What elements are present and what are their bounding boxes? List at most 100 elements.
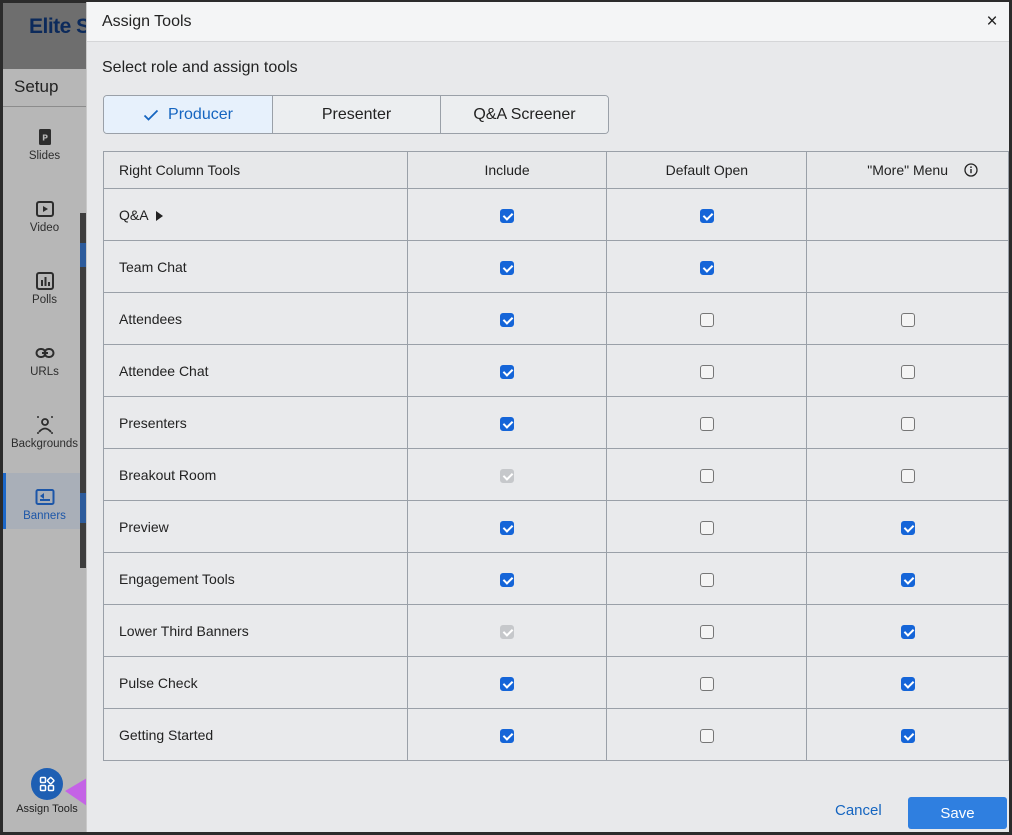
cancel-button[interactable]: Cancel — [835, 802, 882, 819]
table-header-row: Right Column Tools Include Default Open … — [103, 151, 1009, 189]
include-cell — [406, 656, 608, 709]
include-checkbox[interactable] — [500, 520, 515, 535]
table-row: Engagement Tools — [103, 552, 1009, 605]
table-row: Team Chat — [103, 240, 1009, 293]
tool-name-getting-started: Getting Started — [119, 726, 214, 743]
dialog-subtitle: Select role and assign tools — [102, 59, 298, 76]
sidebar-item-banners[interactable]: Banners — [3, 473, 86, 529]
more-menu-checkbox[interactable] — [900, 728, 915, 743]
more-menu-checkbox[interactable] — [900, 364, 915, 379]
include-checkbox[interactable] — [500, 728, 515, 743]
include-cell — [406, 240, 608, 293]
table-row: Preview — [103, 500, 1009, 553]
sidebar-item-slides[interactable]: P Slides — [3, 113, 86, 175]
assign-tools-dialog: Assign Tools × Select role and assign to… — [86, 2, 1009, 832]
include-checkbox[interactable] — [500, 676, 515, 691]
role-tab-qa-screener[interactable]: Q&A Screener — [440, 96, 608, 133]
include-cell — [406, 396, 608, 449]
more-menu-cell — [806, 344, 1009, 397]
tool-name-q-a: Q&A — [119, 206, 149, 223]
include-checkbox[interactable] — [500, 416, 515, 431]
default-open-cell — [606, 708, 808, 761]
include-checkbox[interactable] — [500, 572, 515, 587]
table-row: Breakout Room — [103, 448, 1009, 501]
sidebar-item-label: URLs — [30, 366, 59, 378]
sidebar-item-backgrounds[interactable]: Backgrounds — [3, 401, 86, 463]
default-open-checkbox[interactable] — [699, 468, 714, 483]
default-open-checkbox[interactable] — [699, 364, 714, 379]
more-menu-cell — [806, 240, 1009, 293]
more-menu-cell — [806, 500, 1009, 553]
sidebar-item-label: Banners — [23, 510, 66, 522]
tool-name-cell: Presenters — [103, 396, 408, 449]
table-row: Attendee Chat — [103, 344, 1009, 397]
sidebar-item-urls[interactable]: URLs — [3, 329, 86, 391]
include-checkbox — [500, 468, 515, 483]
tool-name-team-chat: Team Chat — [119, 258, 187, 275]
default-open-checkbox[interactable] — [699, 572, 714, 587]
more-menu-checkbox[interactable] — [900, 624, 915, 639]
default-open-checkbox[interactable] — [699, 624, 714, 639]
tool-name-attendees: Attendees — [119, 310, 183, 327]
include-checkbox — [500, 624, 515, 639]
dialog-header: Assign Tools × — [87, 2, 1009, 42]
tool-name-cell: Pulse Check — [103, 656, 408, 709]
slides-icon: P — [38, 129, 51, 145]
more-menu-cell — [806, 396, 1009, 449]
svg-text:P: P — [42, 134, 48, 143]
backgrounds-icon — [36, 416, 53, 434]
default-open-checkbox[interactable] — [699, 312, 714, 327]
column-header-default-open: Default Open — [606, 151, 808, 189]
tool-name-cell: Team Chat — [103, 240, 408, 293]
role-tab-producer[interactable]: Producer — [104, 96, 272, 133]
link-icon — [35, 348, 54, 358]
sidebar-item-label: Polls — [32, 294, 57, 306]
default-open-checkbox[interactable] — [699, 260, 714, 275]
default-open-cell — [606, 396, 808, 449]
divider — [3, 106, 86, 107]
assign-tools-button[interactable] — [31, 768, 63, 800]
default-open-checkbox[interactable] — [699, 520, 714, 535]
default-open-checkbox[interactable] — [699, 416, 714, 431]
info-icon[interactable] — [964, 163, 978, 177]
save-button[interactable]: Save — [908, 797, 1007, 829]
include-checkbox[interactable] — [500, 260, 515, 275]
expand-caret-icon[interactable] — [155, 210, 163, 221]
default-open-checkbox[interactable] — [699, 208, 714, 223]
tools-table: Right Column Tools Include Default Open … — [103, 151, 1009, 761]
dialog-title: Assign Tools — [102, 13, 192, 30]
default-open-cell — [606, 500, 808, 553]
include-checkbox[interactable] — [500, 364, 515, 379]
table-row: Q&A — [103, 188, 1009, 241]
role-tab-presenter[interactable]: Presenter — [272, 96, 440, 133]
close-button[interactable]: × — [980, 10, 1004, 34]
default-open-checkbox[interactable] — [699, 728, 714, 743]
include-cell — [406, 448, 608, 501]
role-tab-label: Presenter — [321, 105, 392, 123]
default-open-cell — [606, 292, 808, 345]
video-icon — [35, 201, 54, 217]
more-menu-checkbox[interactable] — [900, 572, 915, 587]
sidebar-item-label: Slides — [28, 150, 61, 162]
include-checkbox[interactable] — [500, 208, 515, 223]
table-row: Getting Started — [103, 708, 1009, 761]
more-menu-checkbox[interactable] — [900, 312, 915, 327]
more-menu-cell — [806, 552, 1009, 605]
column-header-label: "More" Menu — [867, 162, 948, 178]
default-open-checkbox[interactable] — [699, 676, 714, 691]
include-cell — [406, 344, 608, 397]
sidebar-item-video[interactable]: Video — [3, 185, 86, 247]
include-cell — [406, 604, 608, 657]
table-row: Pulse Check — [103, 656, 1009, 709]
more-menu-checkbox[interactable] — [900, 416, 915, 431]
sidebar-item-polls[interactable]: Polls — [3, 257, 86, 319]
include-checkbox[interactable] — [500, 312, 515, 327]
more-menu-cell — [806, 188, 1009, 241]
more-menu-cell — [806, 292, 1009, 345]
tool-name-attendee-chat: Attendee Chat — [119, 362, 209, 379]
more-menu-checkbox[interactable] — [900, 676, 915, 691]
include-cell — [406, 292, 608, 345]
more-menu-checkbox[interactable] — [900, 468, 915, 483]
more-menu-checkbox[interactable] — [900, 520, 915, 535]
table-row: Presenters — [103, 396, 1009, 449]
